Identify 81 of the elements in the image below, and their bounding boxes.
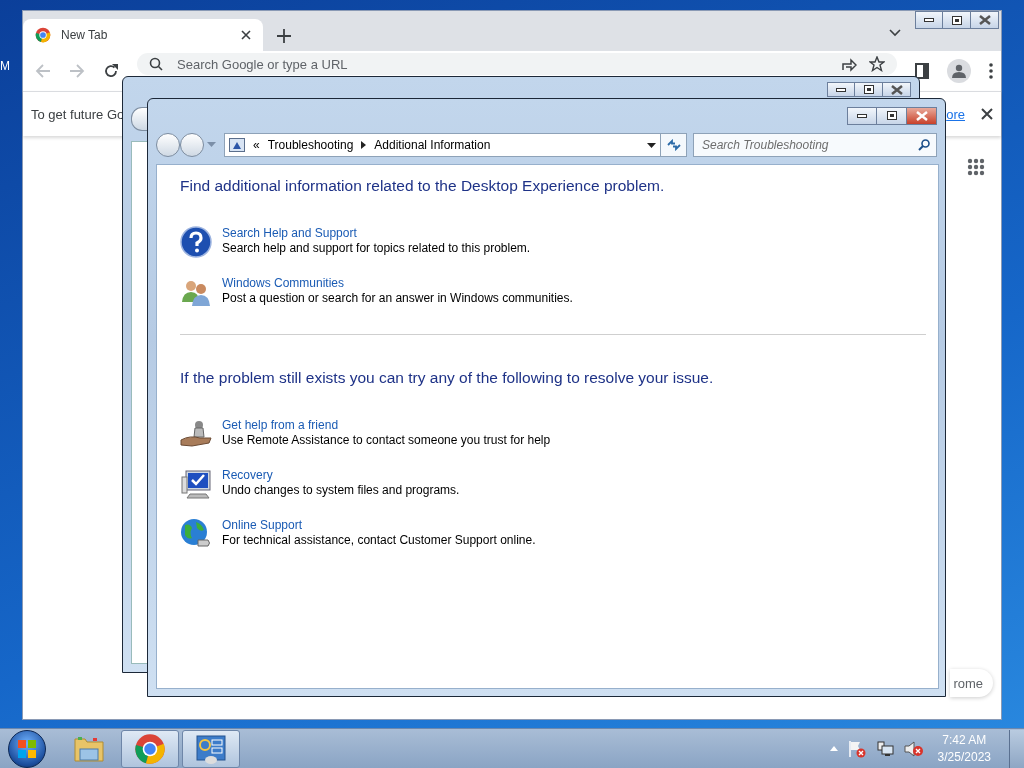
close-icon xyxy=(890,84,903,95)
close-button[interactable] xyxy=(971,11,999,29)
helping-hand-icon xyxy=(180,418,212,450)
desktop-icon-label: M xyxy=(0,59,10,73)
chevron-down-icon[interactable] xyxy=(889,29,901,37)
star-icon[interactable] xyxy=(869,56,885,72)
control-panel-icon xyxy=(195,732,227,765)
minimize-icon xyxy=(857,112,867,119)
breadcrumb-separator-icon[interactable] xyxy=(361,141,367,149)
minimize-button[interactable] xyxy=(915,11,943,29)
task-description: Use Remote Assistance to contact someone you trust for help xyxy=(222,433,551,448)
search-box[interactable]: Search Troubleshooting xyxy=(693,133,937,157)
windows-logo-icon xyxy=(18,739,36,758)
show-desktop-button[interactable] xyxy=(1009,729,1024,768)
start-button[interactable] xyxy=(8,729,46,768)
search-field[interactable]: Search Troubleshooting xyxy=(700,137,918,153)
refresh-button[interactable] xyxy=(661,133,687,157)
flag-error-icon[interactable] xyxy=(847,739,866,758)
task-link[interactable]: Recovery xyxy=(222,468,273,483)
maximize-button[interactable] xyxy=(877,106,907,125)
help-icon xyxy=(180,226,212,258)
person-icon xyxy=(952,64,966,78)
close-icon xyxy=(915,110,928,121)
forward-nav-button[interactable] xyxy=(180,133,204,157)
task-description: Post a question or search for an answer in Windows communities. xyxy=(222,291,573,306)
profile-avatar[interactable] xyxy=(947,59,971,83)
close-icon[interactable] xyxy=(981,108,993,120)
section-heading: If the problem still exists you can try any of the following to resolve your issue. xyxy=(180,369,715,387)
taskbar-button[interactable] xyxy=(121,729,179,768)
minimize-icon xyxy=(836,86,846,93)
new-tab-icon[interactable] xyxy=(277,29,291,43)
clock-date: 3/25/2023 xyxy=(937,748,991,766)
breadcrumb-overflow[interactable]: « xyxy=(253,138,260,152)
section-heading: Find additional information related to the Desktop Experience problem. xyxy=(180,177,666,195)
breadcrumb-item[interactable]: Additional Information xyxy=(374,138,491,152)
computer-check-icon xyxy=(180,468,212,500)
maximize-icon xyxy=(863,85,874,94)
apps-grid-icon[interactable] xyxy=(967,158,985,176)
task-description: Undo changes to system files and programs. xyxy=(222,483,460,498)
globe-icon xyxy=(180,518,212,550)
address-bar[interactable]: Search Google or type a URL xyxy=(137,53,897,75)
muted-speaker-icon[interactable] xyxy=(903,740,924,757)
share-icon[interactable] xyxy=(841,56,857,72)
close-icon xyxy=(978,15,991,25)
back-nav-button[interactable] xyxy=(156,133,180,157)
search-icon xyxy=(149,57,163,71)
maximize-button[interactable] xyxy=(943,11,971,29)
browser-tab[interactable]: New Tab xyxy=(23,19,263,51)
chrome-icon xyxy=(134,732,166,765)
close-button[interactable] xyxy=(907,106,937,125)
minimize-button[interactable] xyxy=(827,82,855,97)
dropdown-arrow-icon[interactable] xyxy=(647,142,656,148)
minimize-icon xyxy=(924,17,934,23)
minimize-button[interactable] xyxy=(847,106,877,125)
task-description: Search help and support for topics related to this problem. xyxy=(222,241,531,256)
more-menu-icon[interactable] xyxy=(989,63,993,79)
close-button[interactable] xyxy=(883,82,911,97)
control-panel-icon xyxy=(229,138,245,152)
task-link[interactable]: Get help from a friend xyxy=(222,418,339,433)
back-nav-button[interactable] xyxy=(131,107,147,131)
reload-icon[interactable] xyxy=(103,63,119,79)
breadcrumb-item[interactable]: Troubleshooting xyxy=(267,138,354,152)
close-icon[interactable] xyxy=(241,30,251,40)
address-field[interactable]: Search Google or type a URL xyxy=(175,55,829,73)
customize-chrome-button[interactable]: rome xyxy=(950,669,993,697)
maximize-icon xyxy=(886,111,897,120)
maximize-button[interactable] xyxy=(855,82,883,97)
task-description: For technical assistance, contact Customer Support online. xyxy=(222,533,536,548)
network-icon[interactable] xyxy=(875,740,894,757)
chrome-icon xyxy=(35,27,51,43)
task-link[interactable]: Online Support xyxy=(222,518,303,533)
address-bar[interactable]: « Troubleshooting Additional Information xyxy=(224,133,661,157)
search-icon xyxy=(918,139,930,151)
task-link[interactable]: Search Help and Support xyxy=(222,226,357,241)
learn-more-link[interactable]: ore xyxy=(946,106,965,122)
side-panel-icon[interactable] xyxy=(915,63,929,79)
taskbar-button[interactable] xyxy=(182,729,240,768)
maximize-icon xyxy=(951,15,962,25)
task-link[interactable]: Windows Communities xyxy=(222,276,345,291)
clock-time: 7:42 AM xyxy=(942,731,987,749)
refresh-icon xyxy=(666,139,681,151)
